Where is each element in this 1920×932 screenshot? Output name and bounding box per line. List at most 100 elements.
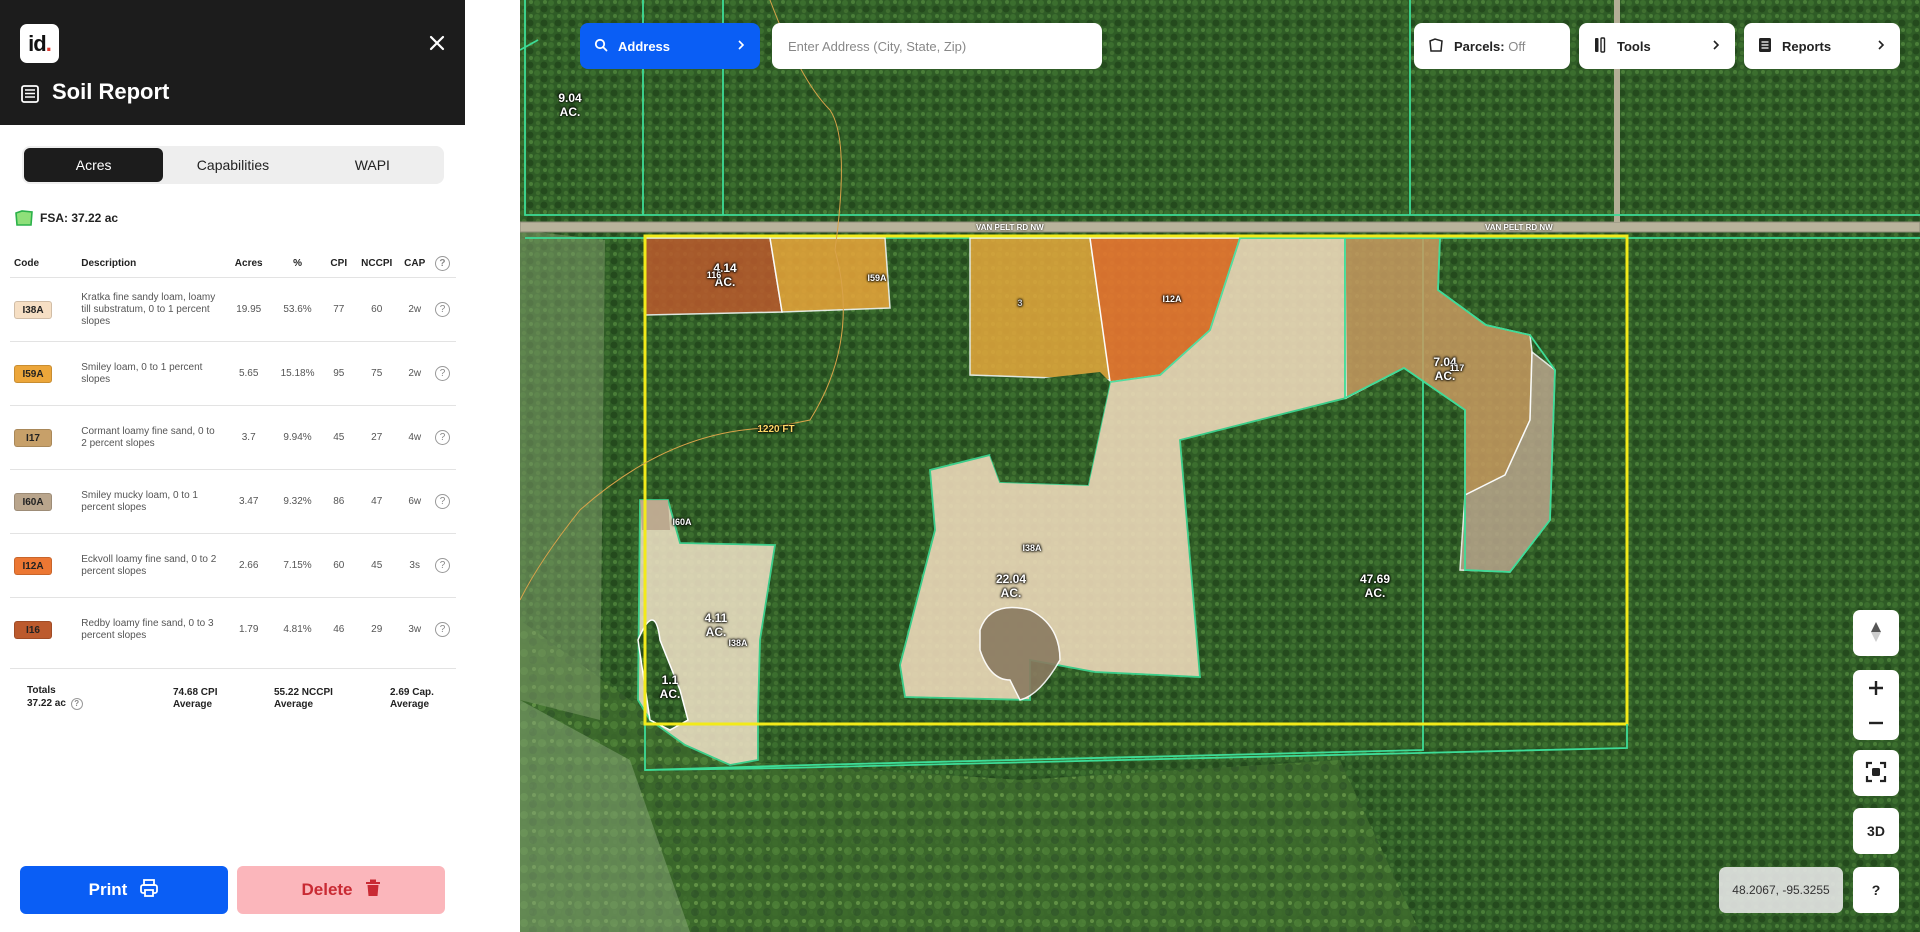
fit-bounds-button[interactable] <box>1853 750 1899 796</box>
soil-rows: I38A Kratka fine sandy loam, loamy till s… <box>10 277 456 662</box>
tools-label: Tools <box>1617 38 1651 54</box>
soil-acres: 3.47 <box>224 469 273 534</box>
soil-acres: 19.95 <box>224 277 273 342</box>
col-code: Code <box>14 258 39 269</box>
soil-acres: 2.66 <box>224 533 273 598</box>
help-icon[interactable]: ? <box>70 698 83 710</box>
soil-cpi: 60 <box>322 533 356 598</box>
tab-capabilities[interactable]: Capabilities <box>163 148 302 182</box>
coordinates-readout: 48.2067, -95.3255 <box>1719 867 1843 913</box>
soil-code-label: 117 <box>1449 363 1465 373</box>
map-view[interactable]: VAN PELT RD NW VAN PELT RD NW 9.04 AC. 4.… <box>520 0 1920 932</box>
satellite-map[interactable] <box>520 0 1920 932</box>
table-row[interactable]: I17 Cormant loamy fine sand, 0 to 2 perce… <box>10 405 456 470</box>
reports-button[interactable]: Reports <box>1744 23 1900 69</box>
soil-nccpi: 45 <box>355 533 399 598</box>
3d-toggle-button[interactable]: 3D <box>1853 808 1899 854</box>
cell-code: I16 <box>10 597 78 662</box>
help-icon[interactable]: ? <box>434 558 450 573</box>
tab-wapi[interactable]: WAPI <box>303 148 442 182</box>
close-icon[interactable] <box>424 30 450 56</box>
report-tabs: Acres Capabilities WAPI <box>22 146 444 184</box>
chevron-right-icon <box>1876 39 1886 54</box>
soil-percent: 7.15% <box>272 533 323 598</box>
acreage-label: 47.69 AC. <box>1359 572 1391 600</box>
cell-help: ? <box>430 533 456 598</box>
acreage-label: 4.11 AC. <box>704 611 728 639</box>
app-root: id. Soil Report Acres Capabilities WAPI … <box>0 0 1920 932</box>
col-cpi: CPI <box>330 258 348 269</box>
acreage-label: 1.1 AC. <box>659 673 681 701</box>
col-help: ? <box>431 250 456 278</box>
plus-icon <box>1869 680 1883 695</box>
soil-cpi: 95 <box>322 341 356 406</box>
col-nccpi: NCCPI <box>361 258 393 269</box>
totals-cap: 2.69 Cap. <box>390 687 434 698</box>
zoom-in-button[interactable] <box>1853 670 1899 705</box>
tools-icon <box>1593 36 1607 56</box>
table-row[interactable]: I16 Redby loamy fine sand, 0 to 3 percent… <box>10 597 456 662</box>
col-acres: Acres <box>234 258 263 269</box>
totals-cap-sub: Average <box>390 699 430 710</box>
search-icon <box>594 38 608 55</box>
help-icon[interactable]: ? <box>434 256 450 271</box>
soil-description: Smiley mucky loam, 0 to 1 percent slopes <box>77 469 225 534</box>
reports-icon <box>1758 37 1772 56</box>
fit-bounds-icon <box>1865 761 1887 786</box>
totals-nccpi-sub: Average <box>274 699 314 710</box>
totals-cpi-sub: Average <box>173 699 213 710</box>
soil-description: Redby loamy fine sand, 0 to 3 percent sl… <box>77 597 225 662</box>
help-icon[interactable]: ? <box>434 366 450 381</box>
fsa-label: FSA: 37.22 ac <box>40 211 119 225</box>
table-row[interactable]: I59A Smiley loam, 0 to 1 percent slopes 5.… <box>10 341 456 406</box>
logo-text: id <box>28 30 47 56</box>
parcels-toggle-button[interactable]: Parcels: Off <box>1414 23 1570 69</box>
cell-help: ? <box>430 405 456 470</box>
soil-description: Cormant loamy fine sand, 0 to 2 percent … <box>77 405 225 470</box>
address-search-button[interactable]: Address <box>580 23 760 69</box>
logo-dot: . <box>45 30 52 56</box>
minus-icon <box>1869 721 1883 724</box>
soil-nccpi: 29 <box>355 597 399 662</box>
fsa-summary: FSA: 37.22 ac <box>14 209 118 227</box>
tools-button[interactable]: Tools <box>1579 23 1735 69</box>
help-icon[interactable]: ? <box>434 430 450 445</box>
table-header-row: Code Description Acres % CPI NCCPI CAP ? <box>10 250 456 278</box>
help-icon[interactable]: ? <box>434 302 450 317</box>
soil-description: Kratka fine sandy loam, loamy till subst… <box>77 277 225 342</box>
table-row[interactable]: I12A Eckvoll loamy fine sand, 0 to 2 perc… <box>10 533 456 598</box>
help-icon[interactable]: ? <box>434 622 450 638</box>
table-row[interactable]: I60A Smiley mucky loam, 0 to 1 percent sl… <box>10 469 456 534</box>
help-icon[interactable]: ? <box>434 494 450 509</box>
totals-label: Totals <box>27 685 56 696</box>
soil-description: Eckvoll loamy fine sand, 0 to 2 percent … <box>77 533 225 598</box>
compass-button[interactable] <box>1853 610 1899 656</box>
soil-code-label: I60A <box>672 517 692 527</box>
reports-label: Reports <box>1782 38 1832 54</box>
panel-header: id. Soil Report <box>0 0 465 125</box>
zoom-out-button[interactable] <box>1853 705 1899 740</box>
cell-help: ? <box>430 277 456 342</box>
soil-percent: 9.94% <box>272 405 323 470</box>
fsa-parcel-icon <box>14 209 34 227</box>
app-logo[interactable]: id. <box>20 24 59 63</box>
delete-button[interactable]: Delete <box>237 866 445 914</box>
soil-code-badge: I60A <box>14 492 52 511</box>
table-row[interactable]: I38A Kratka fine sandy loam, loamy till s… <box>10 277 456 342</box>
soil-cap: 2w <box>398 277 431 342</box>
totals-row: Totals 37.22 ac ? 74.68 CPI Average 55.2… <box>10 668 456 718</box>
soil-code-label: I38A <box>728 638 748 648</box>
parcel-icon <box>1428 37 1444 56</box>
soil-code-badge: I16 <box>14 620 52 639</box>
trash-icon <box>365 879 381 902</box>
cell-code: I59A <box>10 341 78 406</box>
print-label: Print <box>88 880 128 899</box>
tab-acres[interactable]: Acres <box>24 148 164 182</box>
col-cap: CAP <box>404 258 426 269</box>
print-button[interactable]: Print <box>20 866 228 914</box>
soil-cap: 3w <box>398 597 431 662</box>
help-button[interactable]: ? <box>1853 867 1899 913</box>
address-input[interactable] <box>772 23 1102 69</box>
cell-help: ? <box>430 341 456 406</box>
soil-acres: 5.65 <box>224 341 273 406</box>
